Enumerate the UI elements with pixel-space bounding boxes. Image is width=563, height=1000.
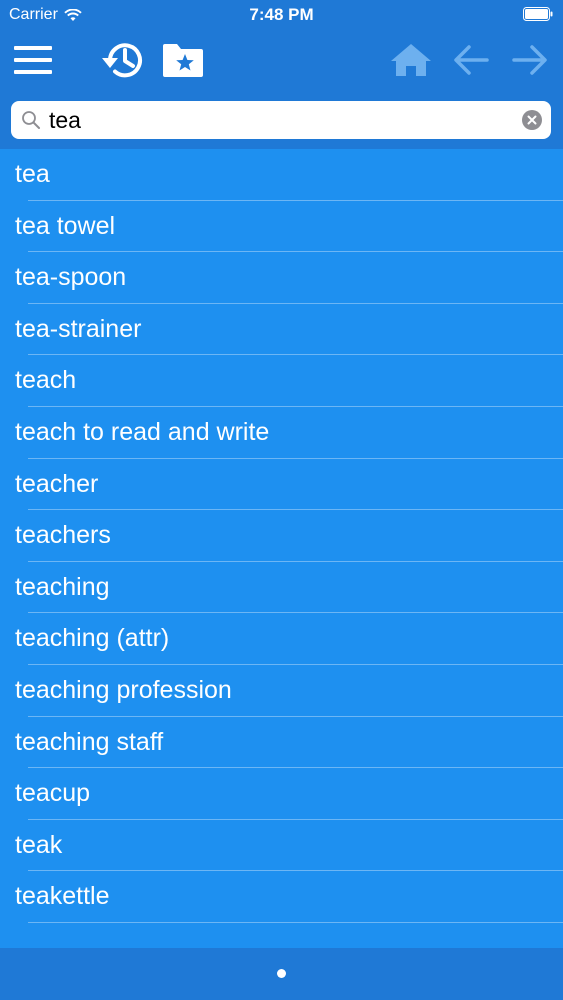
home-icon: [391, 44, 431, 76]
app-screen: Carrier 7:48 PM tea tea tea towel tea-sp…: [0, 0, 563, 1000]
back-button[interactable]: [450, 34, 492, 86]
search-icon: [22, 111, 40, 129]
status-time: 7:48 PM: [249, 5, 314, 24]
page-indicator-dot[interactable]: [277, 969, 286, 978]
list-item[interactable]: teaching staff: [0, 717, 563, 769]
forward-button[interactable]: [509, 34, 551, 86]
menu-icon: [14, 46, 52, 74]
bottom-bar: [0, 948, 563, 1000]
battery-icon: [523, 7, 553, 21]
menu-button[interactable]: [10, 34, 56, 86]
results-list: tea tea towel tea-spoon tea-strainer tea…: [0, 149, 563, 948]
list-item[interactable]: teach to read and write: [0, 407, 563, 459]
list-item[interactable]: tea: [0, 149, 563, 201]
clear-search-icon[interactable]: [522, 110, 542, 130]
list-item[interactable]: teakettle: [0, 871, 563, 923]
list-item[interactable]: tea-strainer: [0, 304, 563, 356]
list-item[interactable]: tea towel: [0, 201, 563, 253]
home-button[interactable]: [388, 34, 434, 86]
list-item[interactable]: teachers: [0, 510, 563, 562]
list-item[interactable]: teaching profession: [0, 665, 563, 717]
search-bar: [11, 101, 551, 139]
status-bar: Carrier 7:48 PM: [0, 0, 563, 30]
search-field[interactable]: [11, 101, 551, 139]
forward-arrow-icon: [512, 45, 547, 75]
search-input[interactable]: [49, 105, 509, 135]
list-item[interactable]: teaching: [0, 562, 563, 614]
list-item[interactable]: teaching (attr): [0, 613, 563, 665]
top-bar: Carrier 7:48 PM: [0, 0, 563, 149]
toolbar: [0, 34, 563, 90]
history-icon: [102, 43, 142, 78]
history-button[interactable]: [99, 34, 147, 86]
list-item[interactable]: teacup: [0, 768, 563, 820]
favorites-button[interactable]: [160, 34, 206, 86]
list-item[interactable]: teak: [0, 820, 563, 872]
back-arrow-icon: [454, 45, 489, 75]
list-item[interactable]: teach: [0, 355, 563, 407]
list-item[interactable]: teacher: [0, 459, 563, 511]
favorites-folder-icon: [163, 44, 203, 77]
list-item[interactable]: tea-spoon: [0, 252, 563, 304]
